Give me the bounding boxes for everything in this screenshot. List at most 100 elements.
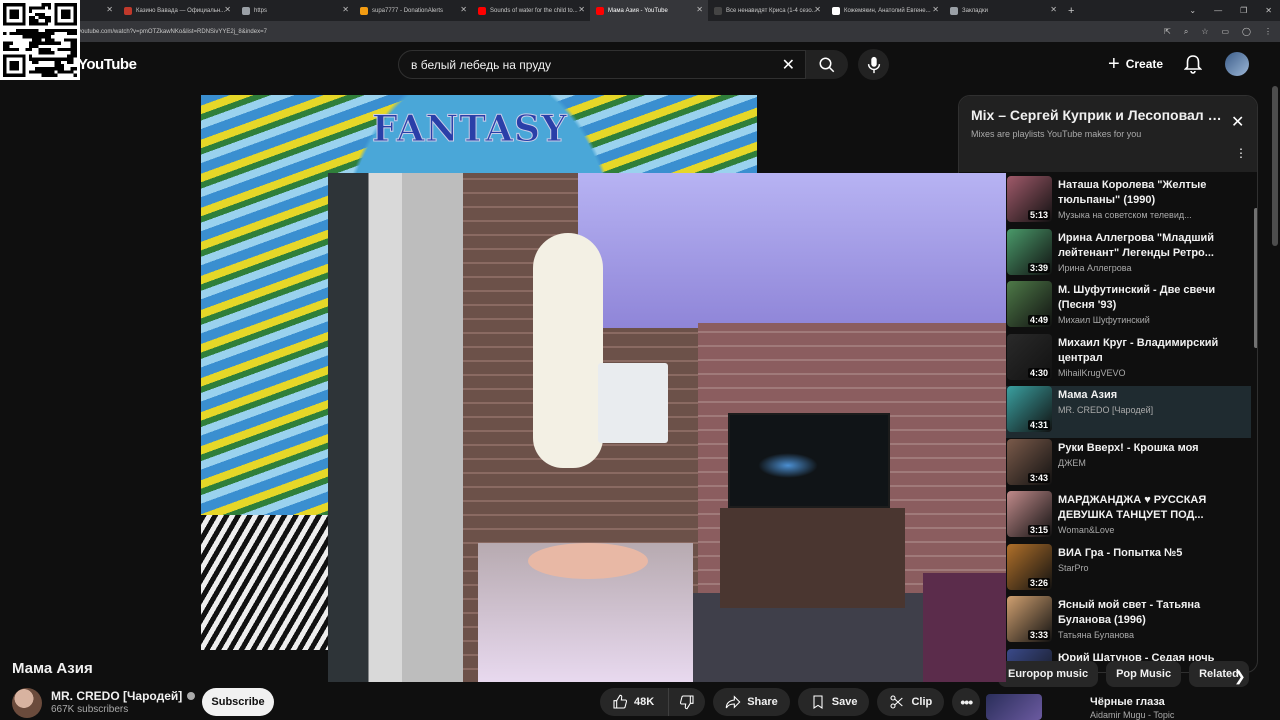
youtube-logo[interactable]: YouTube [78,56,137,73]
duration-badge: 3:33 [1027,630,1050,640]
tab-close-icon[interactable]: ✕ [460,6,467,14]
new-tab-button[interactable]: + [1068,5,1080,17]
recommendation-item[interactable]: Чёрные глаза Aidamir Mugu - Topic [958,694,1258,720]
playlist-item-thumbnail[interactable]: 4:49 [1007,281,1052,327]
address-bar-icons: ⇱ ⌕ ☆ ▭ ◯ ⋮ [1164,21,1272,42]
playlist-item-title[interactable]: Михаил Круг - Владимирский централ [1058,336,1248,366]
clip-button[interactable]: Clip [877,688,945,716]
tab-close-icon[interactable]: ✕ [814,6,821,14]
playlist-item-text: Наташа Королева "Желтые тюльпаны" (1990)… [1058,178,1248,220]
plus-icon: + [1108,52,1120,75]
voice-search-button[interactable] [858,49,889,80]
duration-badge: 3:15 [1027,525,1050,535]
playlist-item-thumbnail[interactable]: 5:13 [1007,176,1052,222]
tab-close-icon[interactable]: ✕ [106,6,113,14]
playlist-scrollbar[interactable] [1254,208,1257,348]
profile-icon[interactable]: ◯ [1242,27,1251,36]
dislike-button[interactable] [668,688,706,716]
minimize-icon[interactable]: — [1214,6,1222,15]
browser-tab[interactable]: Мама Азия - YouTube ✕ [590,0,708,21]
playlist-item-title[interactable]: Мама Азия [1058,388,1248,403]
playlist-title[interactable]: Mix – Сергей Куприк и Лесоповал –... [971,107,1226,123]
tab-favicon-icon [242,6,250,15]
playlist-item-channel: Ирина Аллегрова [1058,262,1132,273]
playlist-item-thumbnail[interactable]: 3:26 [1007,543,1052,590]
playlist-item-thumbnail[interactable]: 3:15 [1007,491,1052,537]
close-window-icon[interactable]: ✕ [1265,6,1272,15]
tab-close-icon[interactable]: ✕ [578,6,585,14]
browser-menu-icon[interactable]: ⋮ [1264,27,1272,36]
playlist-item-title[interactable]: МАРДЖАНДЖА ♥ РУССКАЯ ДЕВУШКА ТАНЦУЕТ ПОД… [1058,493,1248,523]
tab-close-icon[interactable]: ✕ [224,6,231,14]
playlist-item-text: М. Шуфутинский - Две свечи (Песня '93) Ми… [1058,283,1248,325]
recommendation-thumbnail[interactable] [986,694,1042,720]
playlist-item-title[interactable]: Наташа Королева "Желтые тюльпаны" (1990) [1058,178,1248,208]
playlist-item-title[interactable]: ВИА Гра - Попытка №5 [1058,546,1248,561]
browser-tab[interactable]: https ✕ [236,0,354,21]
playlist-item-text: МАРДЖАНДЖА ♥ РУССКАЯ ДЕВУШКА ТАНЦУЕТ ПОД… [1058,493,1248,535]
tv-glow [758,453,818,478]
notifications-bell-icon[interactable] [1184,54,1202,74]
channel-name-text: MR. CREDO [Чародей] [51,689,183,703]
filter-chip[interactable]: Pop Music [1106,661,1182,687]
extensions-icon[interactable]: ▭ [1221,27,1229,36]
playlist-menu-icon[interactable]: ⋮ [1235,146,1247,160]
filter-chip[interactable]: Europop music [998,661,1099,687]
browser-tab[interactable]: Sounds of water for the child to... ✕ [472,0,590,21]
playlist-item-text: Руки Вверх! - Крошка моя ДЖЕМ [1058,441,1248,468]
url-text[interactable]: youtube.com/watch?v=pmOTZkawNKo&list=RDN… [78,29,267,35]
browser-tab[interactable]: Все ненавидят Криса (1-4 сезо... ✕ [708,0,826,21]
tab-label: Казино Вавада — Официальн... [136,7,226,14]
tab-close-icon[interactable]: ✕ [342,6,349,14]
playlist-item-thumbnail[interactable]: 3:39 [1007,228,1052,275]
clear-search-icon[interactable]: ✕ [782,55,795,75]
duration-badge: 4:30 [1027,367,1050,378]
share-icon [725,695,741,709]
playlist-item-text: Михаил Круг - Владимирский централ Mihail… [1058,336,1248,378]
video-actions: 48K Share Save Clip ••• [600,688,981,716]
playlist-item-thumbnail[interactable]: 4:30 [1007,333,1052,380]
tab-close-icon[interactable]: ✕ [1050,6,1057,14]
tab-close-icon[interactable]: ✕ [696,6,703,14]
browser-tab[interactable]: Казино Вавада — Официальн... ✕ [118,0,236,21]
channel-name[interactable]: MR. CREDO [Чародей] [51,689,196,703]
playlist-header: Mix – Сергей Куприк и Лесоповал –... Mix… [959,96,1257,172]
playlist-item-thumbnail[interactable]: 4:31 [1007,386,1052,432]
save-button[interactable]: Save [797,688,870,716]
playlist-item-title[interactable]: Ирина Аллегрова "Младший лейтенант" Леге… [1058,231,1248,261]
recommendation-title[interactable]: Чёрные глаза [1090,696,1165,708]
search-box[interactable]: в белый лебедь на пруду ✕ [398,50,806,79]
playlist-item-channel: MR. CREDO [Чародей] [1058,405,1154,415]
playlist-item-channel: Татьяна Буланова [1058,630,1134,640]
browser-tab[interactable]: Кожемякин, Анатолий Евгене... ✕ [826,0,944,21]
install-app-icon[interactable]: ⇱ [1164,27,1171,36]
duration-badge: 3:26 [1027,577,1050,588]
browser-tab-bar: - более 5000 ...✕Казино Вавада — Официал… [0,0,1280,21]
browser-tab[interactable]: supa7777 - DonationAlerts ✕ [354,0,472,21]
chevron-right-icon[interactable]: ❯ [1234,668,1246,685]
recommendation-channel[interactable]: Aidamir Mugu - Topic [1090,710,1174,720]
playlist-item-title[interactable]: Руки Вверх! - Крошка моя [1058,441,1248,456]
browser-tab[interactable]: Закладки ✕ [944,0,1062,21]
tab-search-icon[interactable]: ⌄ [1189,6,1196,15]
create-button[interactable]: + Create [1100,52,1171,76]
account-avatar[interactable] [1225,52,1249,76]
search-input[interactable]: в белый лебедь на пруду [411,58,551,72]
tab-close-icon[interactable]: ✕ [932,6,939,14]
page-scrollbar[interactable] [1272,86,1278,246]
close-playlist-icon[interactable]: ✕ [1231,112,1244,132]
tab-favicon-icon [596,6,604,15]
zoom-icon[interactable]: ⌕ [1184,27,1188,37]
like-button[interactable]: 48K [600,688,669,716]
restore-icon[interactable]: ❐ [1240,6,1247,15]
playlist-item-title[interactable]: М. Шуфутинский - Две свечи (Песня '93) [1058,283,1248,313]
bookmark-star-icon[interactable]: ☆ [1201,27,1208,36]
subscribe-button[interactable]: Subscribe [202,688,274,716]
playlist-item-title[interactable]: Ясный мой свет - Татьяна Буланова (1996) [1058,598,1248,628]
search-button[interactable] [806,50,848,79]
playlist-item-channel: MihailKrugVEVO [1058,367,1126,378]
share-button[interactable]: Share [713,688,790,716]
playlist-item-thumbnail[interactable]: 3:33 [1007,596,1052,642]
playlist-item-thumbnail[interactable]: 3:43 [1007,438,1052,485]
channel-avatar[interactable] [12,688,42,718]
